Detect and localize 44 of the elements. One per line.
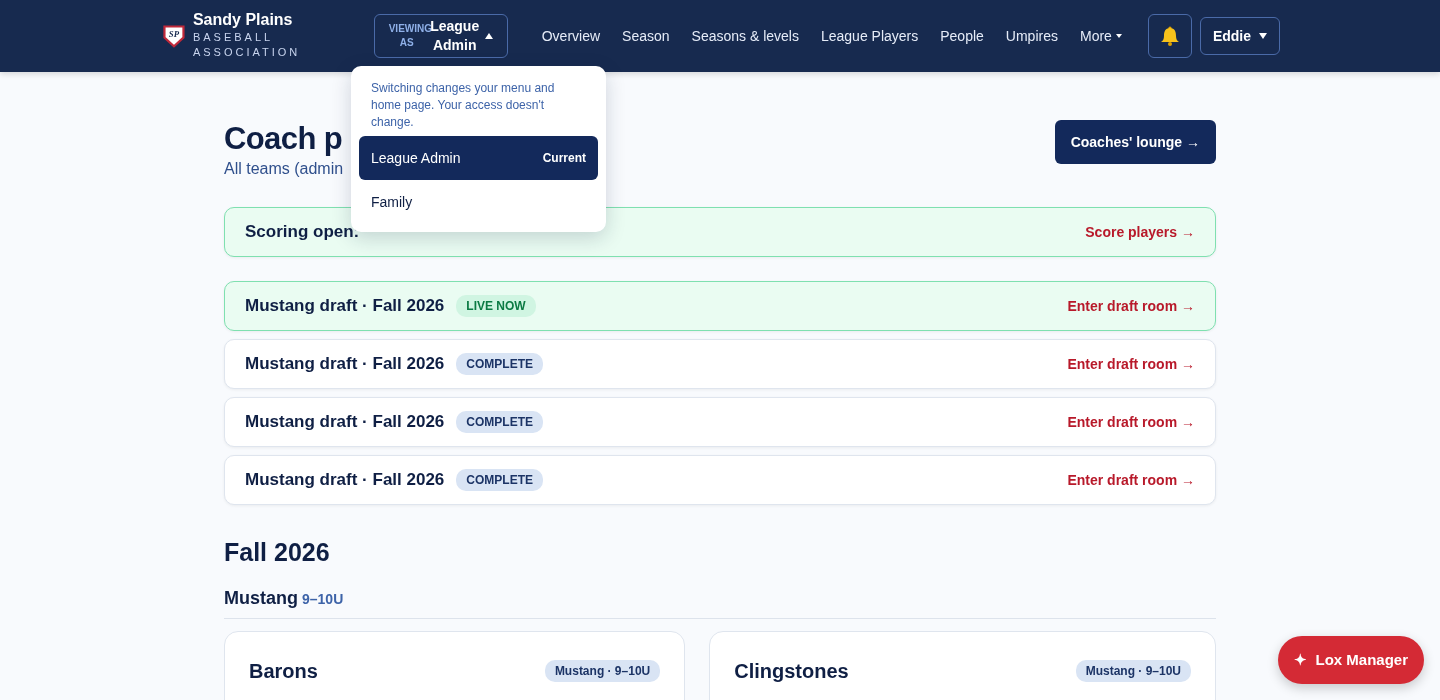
status-badge: COMPLETE	[456, 469, 543, 492]
banner-title: Mustang draft · Fall 2026	[245, 411, 445, 434]
menu-note: Switching changes your menu and home page. Your access doesn't change.	[370, 80, 556, 131]
banner-link[interactable]: Enter draft room →	[1067, 295, 1195, 317]
team-name: Clingstones	[734, 659, 849, 685]
user-menu-button[interactable]: Eddie	[1199, 17, 1280, 55]
brand-name: Sandy Plains	[192, 11, 294, 30]
nav-link[interactable]: Overview	[541, 25, 601, 47]
status-badge: COMPLETE	[456, 411, 543, 434]
division-ages: 9–10U	[302, 590, 344, 610]
current-label: Current	[542, 150, 586, 168]
team-card[interactable]: Barons Mustang · 9–10U	[224, 631, 686, 700]
banner-title: Mustang draft · Fall 2026	[245, 295, 445, 318]
nav-link[interactable]: League Players	[820, 25, 919, 47]
page-subtitle: All teams (admin	[224, 159, 344, 180]
division-name: Mustang	[224, 587, 298, 611]
banner-title: Mustang draft · Fall 2026	[245, 353, 445, 376]
banner-link[interactable]: Score players →	[1085, 221, 1195, 243]
team-name: Barons	[249, 659, 318, 685]
division-tag: Mustang · 9–10U	[544, 660, 661, 683]
nav-link[interactable]: More	[1079, 25, 1122, 47]
team-card[interactable]: Clingstones Mustang · 9–10U	[709, 631, 1216, 700]
section-title: Fall 2026	[224, 537, 331, 568]
lounge-button[interactable]: Coaches' lounge →	[1054, 120, 1216, 164]
nav-link[interactable]: People	[940, 25, 984, 47]
assistant-button[interactable]: ✦ Lox Manager	[1278, 636, 1424, 684]
status-badge: LIVE NOW	[456, 295, 536, 318]
banner-link[interactable]: Enter draft room →	[1067, 469, 1195, 491]
nav-link[interactable]: Umpires	[1005, 25, 1058, 47]
banner-title: Mustang draft · Fall 2026	[245, 469, 445, 492]
banner-title: Scoring open:	[245, 221, 360, 244]
nav-link[interactable]: Seasons & levels	[691, 25, 799, 47]
brand-subtitle: BASEBALL ASSOCIATION	[192, 29, 302, 61]
division-tag: Mustang · 9–10U	[1075, 660, 1191, 683]
banner-link[interactable]: Enter draft room →	[1067, 411, 1195, 433]
role-switcher[interactable]: VIEWING AS League Admin	[373, 14, 508, 58]
page-title: Coach p	[224, 120, 344, 158]
role-option[interactable]: Family	[359, 180, 598, 225]
status-badge: COMPLETE	[456, 353, 543, 376]
caret-icon	[484, 33, 493, 39]
nav-link[interactable]: Season	[622, 25, 670, 47]
notifications-button[interactable]	[1147, 14, 1192, 58]
banner-link[interactable]: Enter draft room →	[1067, 353, 1195, 375]
role-option[interactable]: League Admin Current	[359, 136, 598, 181]
